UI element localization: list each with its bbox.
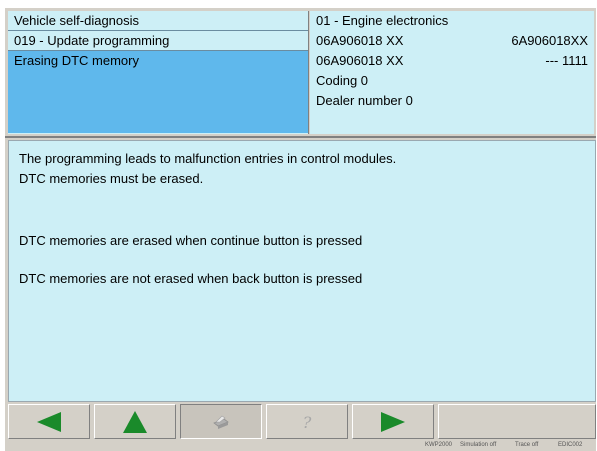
part-number-row: 06A906018 XX 6A906018XX bbox=[310, 31, 594, 51]
dealer-number: Dealer number 0 bbox=[316, 93, 413, 108]
help-button[interactable]: ? bbox=[266, 404, 348, 439]
svg-text:?: ? bbox=[303, 413, 312, 431]
status-device: EDIC002 bbox=[558, 442, 583, 448]
help-icon: ? bbox=[303, 413, 312, 431]
software-number: 06A906018 XX bbox=[316, 53, 404, 68]
arrow-up-icon bbox=[123, 410, 147, 433]
toolbar: ? bbox=[8, 404, 596, 441]
status-bar: KWP2000 Simulation off Trace off EDIC002 bbox=[5, 441, 596, 451]
status-trace: Trace off bbox=[515, 442, 539, 448]
coding: Coding 0 bbox=[316, 73, 369, 88]
current-step-label: Erasing DTC memory bbox=[14, 53, 139, 68]
part-number: 06A906018 XX bbox=[316, 33, 404, 48]
diagnostic-screen: Vehicle self-diagnosis 019 - Update prog… bbox=[5, 8, 596, 451]
continue-button[interactable] bbox=[352, 404, 434, 439]
message-area: The programming leads to malfunction ent… bbox=[8, 140, 596, 402]
back-button[interactable] bbox=[8, 404, 90, 439]
status-simulation: Simulation off bbox=[460, 442, 497, 448]
up-button[interactable] bbox=[94, 404, 176, 439]
current-step: Erasing DTC memory bbox=[8, 51, 308, 133]
message-line-1: The programming leads to malfunction ent… bbox=[19, 151, 397, 166]
function-subtitle: 019 - Update programming bbox=[8, 31, 308, 51]
function-title: Vehicle self-diagnosis bbox=[8, 11, 308, 31]
message-line-2: DTC memories must be erased. bbox=[19, 171, 204, 186]
arrow-right-icon bbox=[381, 411, 405, 432]
control-module-panel: 01 - Engine electronics 06A906018 XX 6A9… bbox=[310, 11, 594, 134]
print-button[interactable] bbox=[180, 404, 262, 439]
empty-button-slot bbox=[438, 404, 596, 439]
message-line-3: DTC memories are erased when continue bu… bbox=[19, 233, 363, 248]
header: Vehicle self-diagnosis 019 - Update prog… bbox=[5, 8, 596, 136]
part-number-alt: 6A906018XX bbox=[511, 33, 588, 48]
divider bbox=[5, 136, 596, 138]
arrow-left-icon bbox=[37, 411, 61, 432]
message-line-4: DTC memories are not erased when back bu… bbox=[19, 271, 363, 286]
module-name: 01 - Engine electronics bbox=[316, 13, 449, 28]
status-protocol: KWP2000 bbox=[425, 442, 453, 448]
software-row: 06A906018 XX --- 1111 bbox=[310, 51, 594, 71]
function-panel: Vehicle self-diagnosis 019 - Update prog… bbox=[8, 11, 309, 134]
printer-icon bbox=[213, 415, 229, 429]
software-version: --- 1111 bbox=[545, 53, 588, 68]
